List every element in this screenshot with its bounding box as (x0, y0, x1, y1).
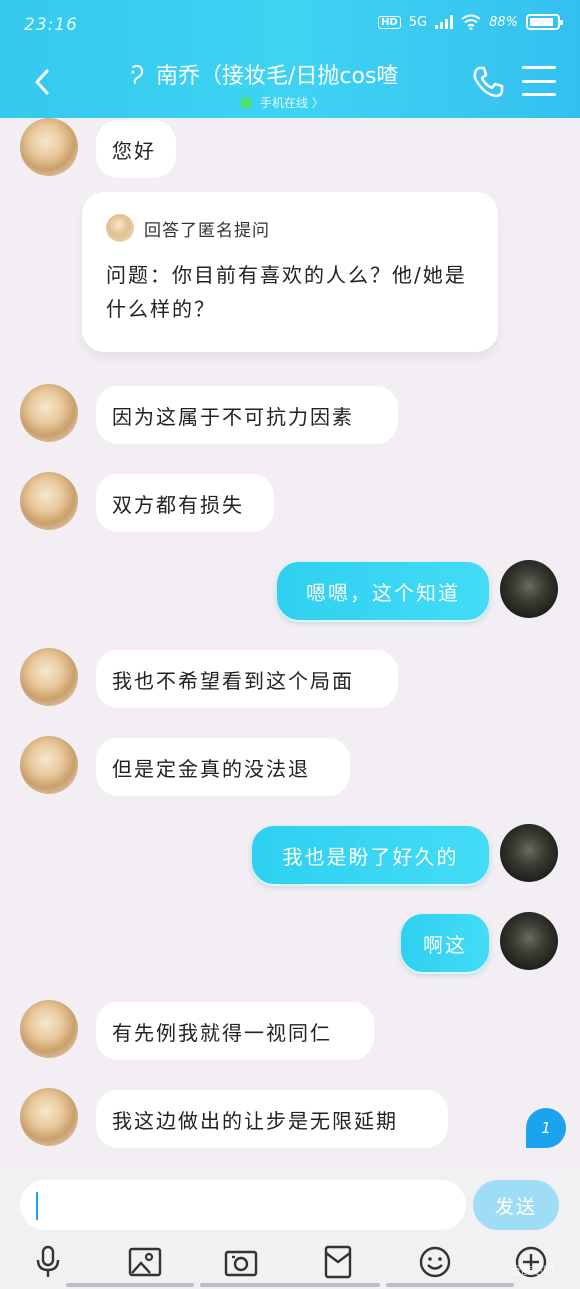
network-type: 5G (408, 14, 428, 30)
contact-avatar[interactable] (20, 118, 78, 176)
voice-call-button[interactable] (470, 64, 506, 100)
message-bubble-outgoing[interactable]: 啊这 (401, 914, 489, 972)
menu-line-icon (522, 79, 556, 83)
voice-input-button[interactable] (28, 1242, 68, 1282)
nav-indicator (66, 1283, 194, 1287)
wifi-icon (461, 14, 481, 30)
chat-header: 23:16 HD 5G 88% 南乔（接妆毛/日抛cos喳 手机在线 〉 (0, 0, 580, 118)
composer-bar: 发送 (0, 1168, 580, 1289)
my-avatar[interactable] (500, 912, 558, 970)
watermark: 百度贴吧 (510, 1264, 554, 1277)
signal-icon (435, 15, 454, 29)
status-time: 23:16 (24, 15, 78, 35)
contact-avatar[interactable] (20, 384, 78, 442)
contact-avatar[interactable] (20, 736, 78, 794)
message-bubble-incoming[interactable]: 我这边做出的让步是无限延期 (96, 1090, 448, 1148)
contact-avatar[interactable] (20, 1088, 78, 1146)
card-header-text: 回答了匿名提问 (144, 220, 270, 241)
new-message-badge[interactable]: 1 (526, 1108, 566, 1148)
message-bubble-incoming[interactable]: 因为这属于不可抗力因素 (96, 386, 398, 444)
my-avatar[interactable] (500, 560, 558, 618)
image-icon (128, 1247, 162, 1277)
battery-text: 88% (489, 14, 518, 30)
earpiece-icon (131, 65, 144, 84)
contact-avatar[interactable] (20, 472, 78, 530)
online-status: 手机在线 〉 (260, 96, 324, 110)
emoji-icon (419, 1246, 451, 1278)
back-button[interactable] (26, 62, 58, 102)
battery-icon (526, 14, 563, 30)
message-bubble-outgoing[interactable]: 我也是盼了好久的 (252, 826, 489, 884)
card-question: 问题：你目前有喜欢的人么？他/她是什么样的？ (106, 263, 467, 321)
menu-button[interactable] (522, 66, 556, 96)
chat-title-area[interactable]: 南乔（接妆毛/日抛cos喳 手机在线 〉 (128, 58, 428, 111)
phone-icon (473, 66, 504, 98)
menu-line-icon (522, 66, 556, 69)
card-avatar (106, 214, 134, 242)
message-bubble-incoming[interactable]: 但是定金真的没法退 (96, 738, 350, 796)
message-input[interactable] (20, 1180, 466, 1230)
message-bubble-incoming[interactable]: 有先例我就得一视同仁 (96, 1002, 374, 1060)
send-button[interactable]: 发送 (473, 1180, 559, 1230)
hd-icon: HD (378, 15, 401, 29)
chevron-left-icon (35, 69, 49, 95)
card-header: 回答了匿名提问 (106, 214, 270, 242)
message-bubble-incoming[interactable]: 双方都有损失 (96, 474, 274, 532)
chat-title: 南乔（接妆毛/日抛cos喳 (156, 64, 399, 89)
camera-button[interactable] (221, 1242, 261, 1282)
my-avatar[interactable] (500, 824, 558, 882)
contact-avatar[interactable] (20, 648, 78, 706)
mic-icon (36, 1245, 60, 1277)
message-bubble-incoming[interactable]: 您好 (96, 120, 176, 178)
photo-button[interactable] (125, 1242, 165, 1282)
red-packet-icon (324, 1245, 352, 1279)
message-bubble-outgoing[interactable]: 嗯嗯，这个知道 (277, 562, 489, 620)
camera-icon (224, 1250, 258, 1277)
emoji-button[interactable] (415, 1242, 455, 1282)
online-status-dot (240, 96, 252, 109)
nav-indicator (200, 1283, 380, 1287)
menu-line-icon (522, 93, 556, 96)
nav-indicator (386, 1283, 514, 1287)
status-indicators: HD 5G 88% (378, 14, 563, 30)
contact-avatar[interactable] (20, 1000, 78, 1058)
battery-fill (530, 18, 553, 26)
message-bubble-incoming[interactable]: 我也不希望看到这个局面 (96, 650, 398, 708)
text-caret (36, 1192, 38, 1220)
answer-card[interactable]: 回答了匿名提问 问题：你目前有喜欢的人么？他/她是什么样的？ (82, 192, 498, 352)
status-bar: 23:16 HD 5G 88% (0, 0, 580, 52)
red-packet-button[interactable] (318, 1242, 358, 1282)
